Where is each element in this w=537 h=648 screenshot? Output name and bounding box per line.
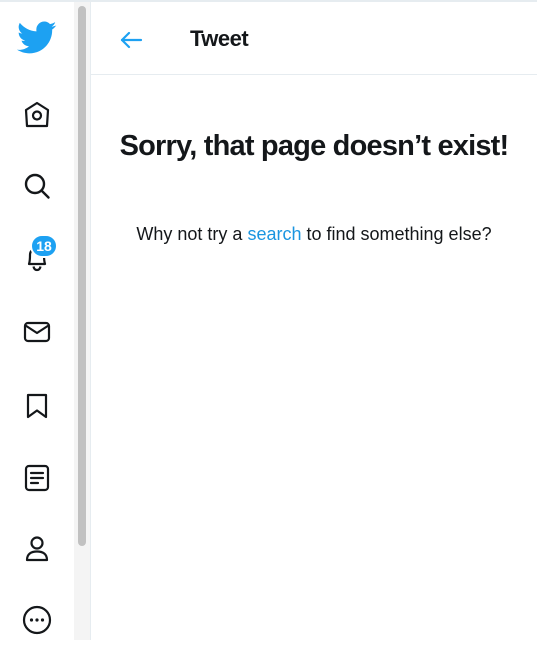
scrollbar-thumb[interactable] [78, 6, 86, 546]
sidebar-item-bookmarks[interactable] [0, 378, 74, 434]
bird-icon [17, 21, 57, 54]
home-icon [24, 101, 50, 128]
page-header: Tweet [91, 2, 537, 75]
back-button[interactable] [115, 24, 147, 56]
search-link[interactable]: search [247, 224, 301, 244]
error-text-before: Why not try a [136, 224, 248, 244]
person-icon [25, 536, 49, 562]
twitter-logo-link[interactable] [0, 10, 74, 66]
search-icon [24, 173, 50, 199]
bookmark-icon [26, 393, 48, 419]
arrow-left-icon [120, 31, 143, 49]
sidebar-item-explore[interactable] [0, 158, 74, 214]
sidebar-item-messages[interactable] [0, 304, 74, 360]
sidebar-item-home[interactable] [0, 86, 74, 142]
envelope-icon [23, 321, 51, 343]
sidebar-item-lists[interactable] [0, 450, 74, 506]
page-title: Tweet [190, 26, 249, 51]
sidebar-scrollbar[interactable] [74, 2, 91, 640]
sidebar-item-profile[interactable] [0, 520, 74, 576]
list-icon [24, 464, 50, 492]
main-column: Tweet Sorry, that page doesn’t exist! Wh… [91, 2, 537, 640]
sidebar-nav: 18 [0, 2, 74, 640]
error-heading: Sorry, that page doesn’t exist! [119, 130, 510, 162]
more-icon [22, 605, 52, 635]
error-message: Why not try a search to find something e… [91, 224, 537, 245]
notifications-badge: 18 [30, 234, 58, 258]
error-text-after: to find something else? [301, 224, 492, 244]
